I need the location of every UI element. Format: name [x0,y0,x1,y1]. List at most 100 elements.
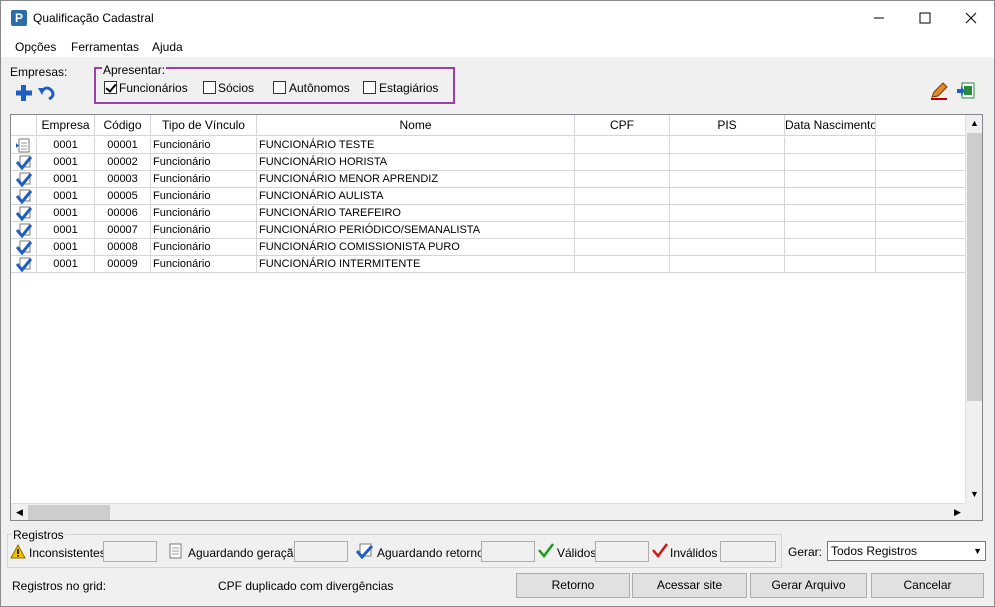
scroll-up-icon[interactable]: ▲ [966,115,983,132]
row-status-cell[interactable] [11,239,37,256]
cell-codigo[interactable]: 00006 [95,205,151,222]
table-row[interactable]: 0001 00001 Funcionário FUNCIONÁRIO TESTE [11,137,966,154]
row-status-cell[interactable] [11,137,37,154]
acessar-site-button[interactable]: Acessar site [632,573,747,598]
table-row[interactable]: 0001 00008 Funcionário FUNCIONÁRIO COMISSIO… [11,239,966,256]
cell-empresa[interactable]: 0001 [37,239,95,256]
export-excel-button[interactable] [956,81,976,101]
menu-ferramentas[interactable]: Ferramentas [71,40,139,54]
table-row[interactable]: 0001 00002 Funcionário FUNCIONÁRIO HORISTA [11,154,966,171]
header-pis[interactable]: PIS [670,115,785,136]
cell-nascimento[interactable] [785,256,876,273]
edit-button[interactable] [929,81,949,101]
cell-cpf[interactable] [575,137,670,154]
gerar-arquivo-button[interactable]: Gerar Arquivo [750,573,867,598]
row-status-cell[interactable] [11,171,37,188]
cell-pis[interactable] [670,171,785,188]
header-nome[interactable]: Nome [257,115,575,136]
cell-cpf[interactable] [575,188,670,205]
row-status-cell[interactable] [11,222,37,239]
cell-tipo[interactable]: Funcionário [151,171,257,188]
checkbox-estagiarios[interactable] [363,81,376,94]
cell-tipo[interactable]: Funcionário [151,137,257,154]
cell-empresa[interactable]: 0001 [37,171,95,188]
cell-nome[interactable]: FUNCIONÁRIO HORISTA [257,154,575,171]
data-grid[interactable]: Empresa Código Tipo de Vínculo Nome CPF … [10,114,983,521]
cell-nome[interactable]: FUNCIONÁRIO INTERMITENTE [257,256,575,273]
header-data-nascimento[interactable]: Data Nascimento [785,115,876,136]
cell-nome[interactable]: FUNCIONÁRIO COMISSIONISTA PURO [257,239,575,256]
cell-nascimento[interactable] [785,188,876,205]
cell-tipo[interactable]: Funcionário [151,256,257,273]
cell-cpf[interactable] [575,239,670,256]
cell-cpf[interactable] [575,256,670,273]
cell-empresa[interactable]: 0001 [37,205,95,222]
menu-opcoes[interactable]: Opções [15,40,56,54]
scroll-left-icon[interactable]: ◀ [11,504,28,521]
gerar-select[interactable]: Todos Registros ▼ [827,541,986,561]
cell-codigo[interactable]: 00008 [95,239,151,256]
header-empresa[interactable]: Empresa [37,115,95,136]
horizontal-scrollbar[interactable]: ◀ ▶ [11,503,966,520]
close-button[interactable] [948,1,994,35]
cell-cpf[interactable] [575,171,670,188]
header-codigo[interactable]: Código [95,115,151,136]
cell-tipo[interactable]: Funcionário [151,154,257,171]
cell-cpf[interactable] [575,154,670,171]
cell-pis[interactable] [670,205,785,222]
cell-pis[interactable] [670,188,785,205]
table-row[interactable]: 0001 00003 Funcionário FUNCIONÁRIO MENOR AP… [11,171,966,188]
cell-nome[interactable]: FUNCIONÁRIO AULISTA [257,188,575,205]
cell-codigo[interactable]: 00005 [95,188,151,205]
vertical-scroll-thumb[interactable] [967,133,982,401]
cell-empresa[interactable]: 0001 [37,188,95,205]
table-row[interactable]: 0001 00005 Funcionário FUNCIONÁRIO AULISTA [11,188,966,205]
cell-pis[interactable] [670,137,785,154]
cell-pis[interactable] [670,239,785,256]
undo-empresa-button[interactable] [37,83,57,103]
cell-nascimento[interactable] [785,239,876,256]
cell-tipo[interactable]: Funcionário [151,239,257,256]
header-tipo-vinculo[interactable]: Tipo de Vínculo [151,115,257,136]
maximize-button[interactable] [902,1,948,35]
cell-pis[interactable] [670,256,785,273]
checkbox-autonomos[interactable] [273,81,286,94]
cell-empresa[interactable]: 0001 [37,137,95,154]
row-status-cell[interactable] [11,154,37,171]
cell-codigo[interactable]: 00003 [95,171,151,188]
cell-nome[interactable]: FUNCIONÁRIO TAREFEIRO [257,205,575,222]
horizontal-scroll-thumb[interactable] [28,505,110,520]
retorno-button[interactable]: Retorno [516,573,630,598]
cell-codigo[interactable]: 00002 [95,154,151,171]
cancelar-button[interactable]: Cancelar [871,573,984,598]
cell-codigo[interactable]: 00007 [95,222,151,239]
cell-nascimento[interactable] [785,154,876,171]
minimize-button[interactable] [856,1,902,35]
cell-pis[interactable] [670,154,785,171]
cell-nome[interactable]: FUNCIONÁRIO MENOR APRENDIZ [257,171,575,188]
cell-tipo[interactable]: Funcionário [151,205,257,222]
cell-cpf[interactable] [575,222,670,239]
cell-cpf[interactable] [575,205,670,222]
checkbox-funcionarios[interactable] [104,81,117,94]
table-row[interactable]: 0001 00009 Funcionário FUNCIONÁRIO INTERMIT… [11,256,966,273]
vertical-scrollbar[interactable]: ▲ ▼ [965,115,982,503]
add-empresa-button[interactable] [14,83,34,103]
checkbox-socios[interactable] [203,81,216,94]
row-status-cell[interactable] [11,256,37,273]
cell-nascimento[interactable] [785,137,876,154]
cell-empresa[interactable]: 0001 [37,256,95,273]
cell-codigo[interactable]: 00009 [95,256,151,273]
row-status-cell[interactable] [11,188,37,205]
cell-tipo[interactable]: Funcionário [151,222,257,239]
cell-nome[interactable]: FUNCIONÁRIO TESTE [257,137,575,154]
cell-empresa[interactable]: 0001 [37,222,95,239]
menu-ajuda[interactable]: Ajuda [152,40,183,54]
row-status-cell[interactable] [11,205,37,222]
cell-empresa[interactable]: 0001 [37,154,95,171]
cell-nascimento[interactable] [785,222,876,239]
cell-nascimento[interactable] [785,205,876,222]
table-row[interactable]: 0001 00007 Funcionário FUNCIONÁRIO PERIÓDIC… [11,222,966,239]
header-cpf[interactable]: CPF [575,115,670,136]
table-row[interactable]: 0001 00006 Funcionário FUNCIONÁRIO TAREFEIR… [11,205,966,222]
